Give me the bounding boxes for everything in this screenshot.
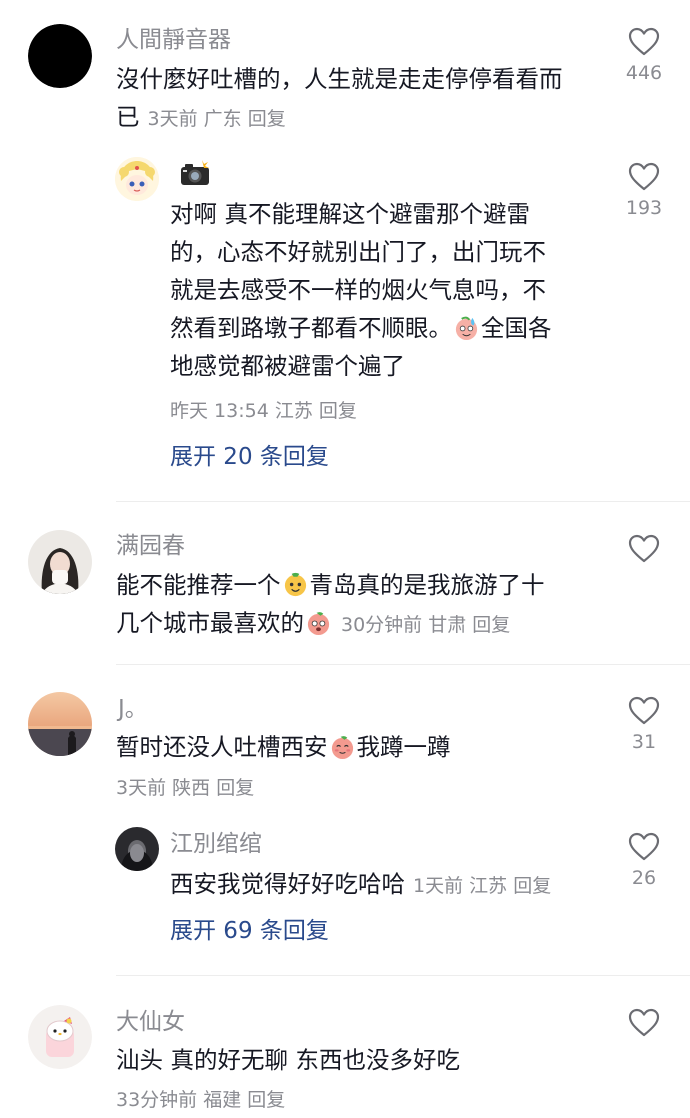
comment-text: 对啊 真不能理解这个避雷那个避雷 的，心态不好就别出门了，出门玩不 就是去感受不… [170,195,552,385]
comment-meta: 3天前 陕西 回复 [116,777,255,799]
like-button[interactable]: 446 [614,27,674,85]
avatar[interactable] [28,530,92,594]
like-count: 193 [625,197,663,219]
avatar[interactable] [115,157,159,201]
comment-meta: 33分钟前 福建 回复 [116,1089,286,1111]
comment-text: 汕头 真的好无聊 东西也没多好吃 [116,1041,460,1079]
sweat-smile-emoji [453,314,480,341]
username[interactable]: 江別绾绾 [170,830,262,858]
comment-line: 已 3天前 广东 回复 [116,103,286,131]
like-count: 31 [631,731,657,753]
reply-button[interactable]: 回复 [319,400,357,422]
heart-outline-icon [628,1008,660,1038]
heart-outline-icon [628,832,660,862]
reply-button[interactable]: 回复 [216,777,254,799]
like-button[interactable]: 26 [614,832,674,890]
heart-outline-icon [628,534,660,564]
comment-line: 地感觉都被避雷个遍了 [170,352,405,380]
comment-line: 暂时还没人吐槽西安 我蹲一蹲 [116,733,451,761]
heart-outline-icon [628,162,660,192]
comment-text: 暂时还没人吐槽西安 我蹲一蹲 [116,728,451,766]
avatar[interactable] [28,1005,92,1069]
comment-line: 沒什麼好吐槽的，人生就是走走停停看看而 [116,65,563,93]
like-count: 26 [631,867,657,889]
like-button[interactable] [614,1008,674,1042]
camera-flash-icon [180,160,210,186]
reply-button[interactable]: 回复 [472,614,510,636]
comment-line: 然看到路墩子都看不顺眼。 全国各 [170,314,552,342]
username[interactable]: 人間靜音器 [116,26,231,54]
peach-surprised-emoji [305,609,332,636]
comment-line: 能不能推荐一个 青岛真的是我旅游了十 [116,571,545,599]
comment-line: 几个城市最喜欢的 30分钟前 甘肃 回复 [116,609,511,637]
divider [116,501,690,502]
divider [116,664,690,665]
heart-outline-icon [628,696,660,726]
comment-text: 沒什麼好吐槽的，人生就是走走停停看看而 已 3天前 广东 回复 [116,60,563,138]
peach-shy-emoji [329,733,356,760]
username[interactable] [180,160,210,190]
like-count: 446 [625,62,663,84]
username[interactable]: 大仙女 [116,1008,185,1036]
avatar[interactable] [28,692,92,756]
like-button[interactable]: 193 [614,162,674,220]
reply-button[interactable]: 回复 [247,1089,285,1111]
comment-text: 能不能推荐一个 青岛真的是我旅游了十 几个城市最喜欢的 30分钟前 甘肃 回复 [116,566,545,644]
comment-line: 的，心态不好就别出门了，出门玩不 [170,238,546,266]
heart-outline-icon [628,27,660,57]
username[interactable]: 满园春 [116,532,185,560]
divider [116,975,690,976]
comment-meta: 3天前 广东 回复 [147,108,286,130]
comment-meta: 昨天 13:54 江苏 回复 [170,400,357,422]
comment-line: 汕头 真的好无聊 东西也没多好吃 [116,1046,460,1074]
username[interactable]: J。 [118,695,148,723]
avatar[interactable] [28,24,92,88]
reply-button[interactable]: 回复 [513,875,551,897]
expand-replies-button[interactable]: 展开 69 条回复 [170,916,329,946]
comment-meta: 1天前 江苏 回复 [413,875,552,897]
like-button[interactable]: 31 [614,696,674,754]
like-button[interactable] [614,534,674,568]
comment-line: 西安我觉得好好吃哈哈 1天前 江苏 回复 [170,870,552,898]
reply-button[interactable]: 回复 [248,108,286,130]
avatar[interactable] [115,827,159,871]
melon-smile-emoji [282,571,309,598]
comment-text: 西安我觉得好好吃哈哈 1天前 江苏 回复 [170,865,551,905]
comment-meta: 30分钟前 甘肃 回复 [341,614,511,636]
comment-line: 就是去感受不一样的烟火气息吗，不 [170,276,546,304]
expand-replies-button[interactable]: 展开 20 条回复 [170,442,329,472]
comment-line: 对啊 真不能理解这个避雷那个避雷 [170,200,530,228]
